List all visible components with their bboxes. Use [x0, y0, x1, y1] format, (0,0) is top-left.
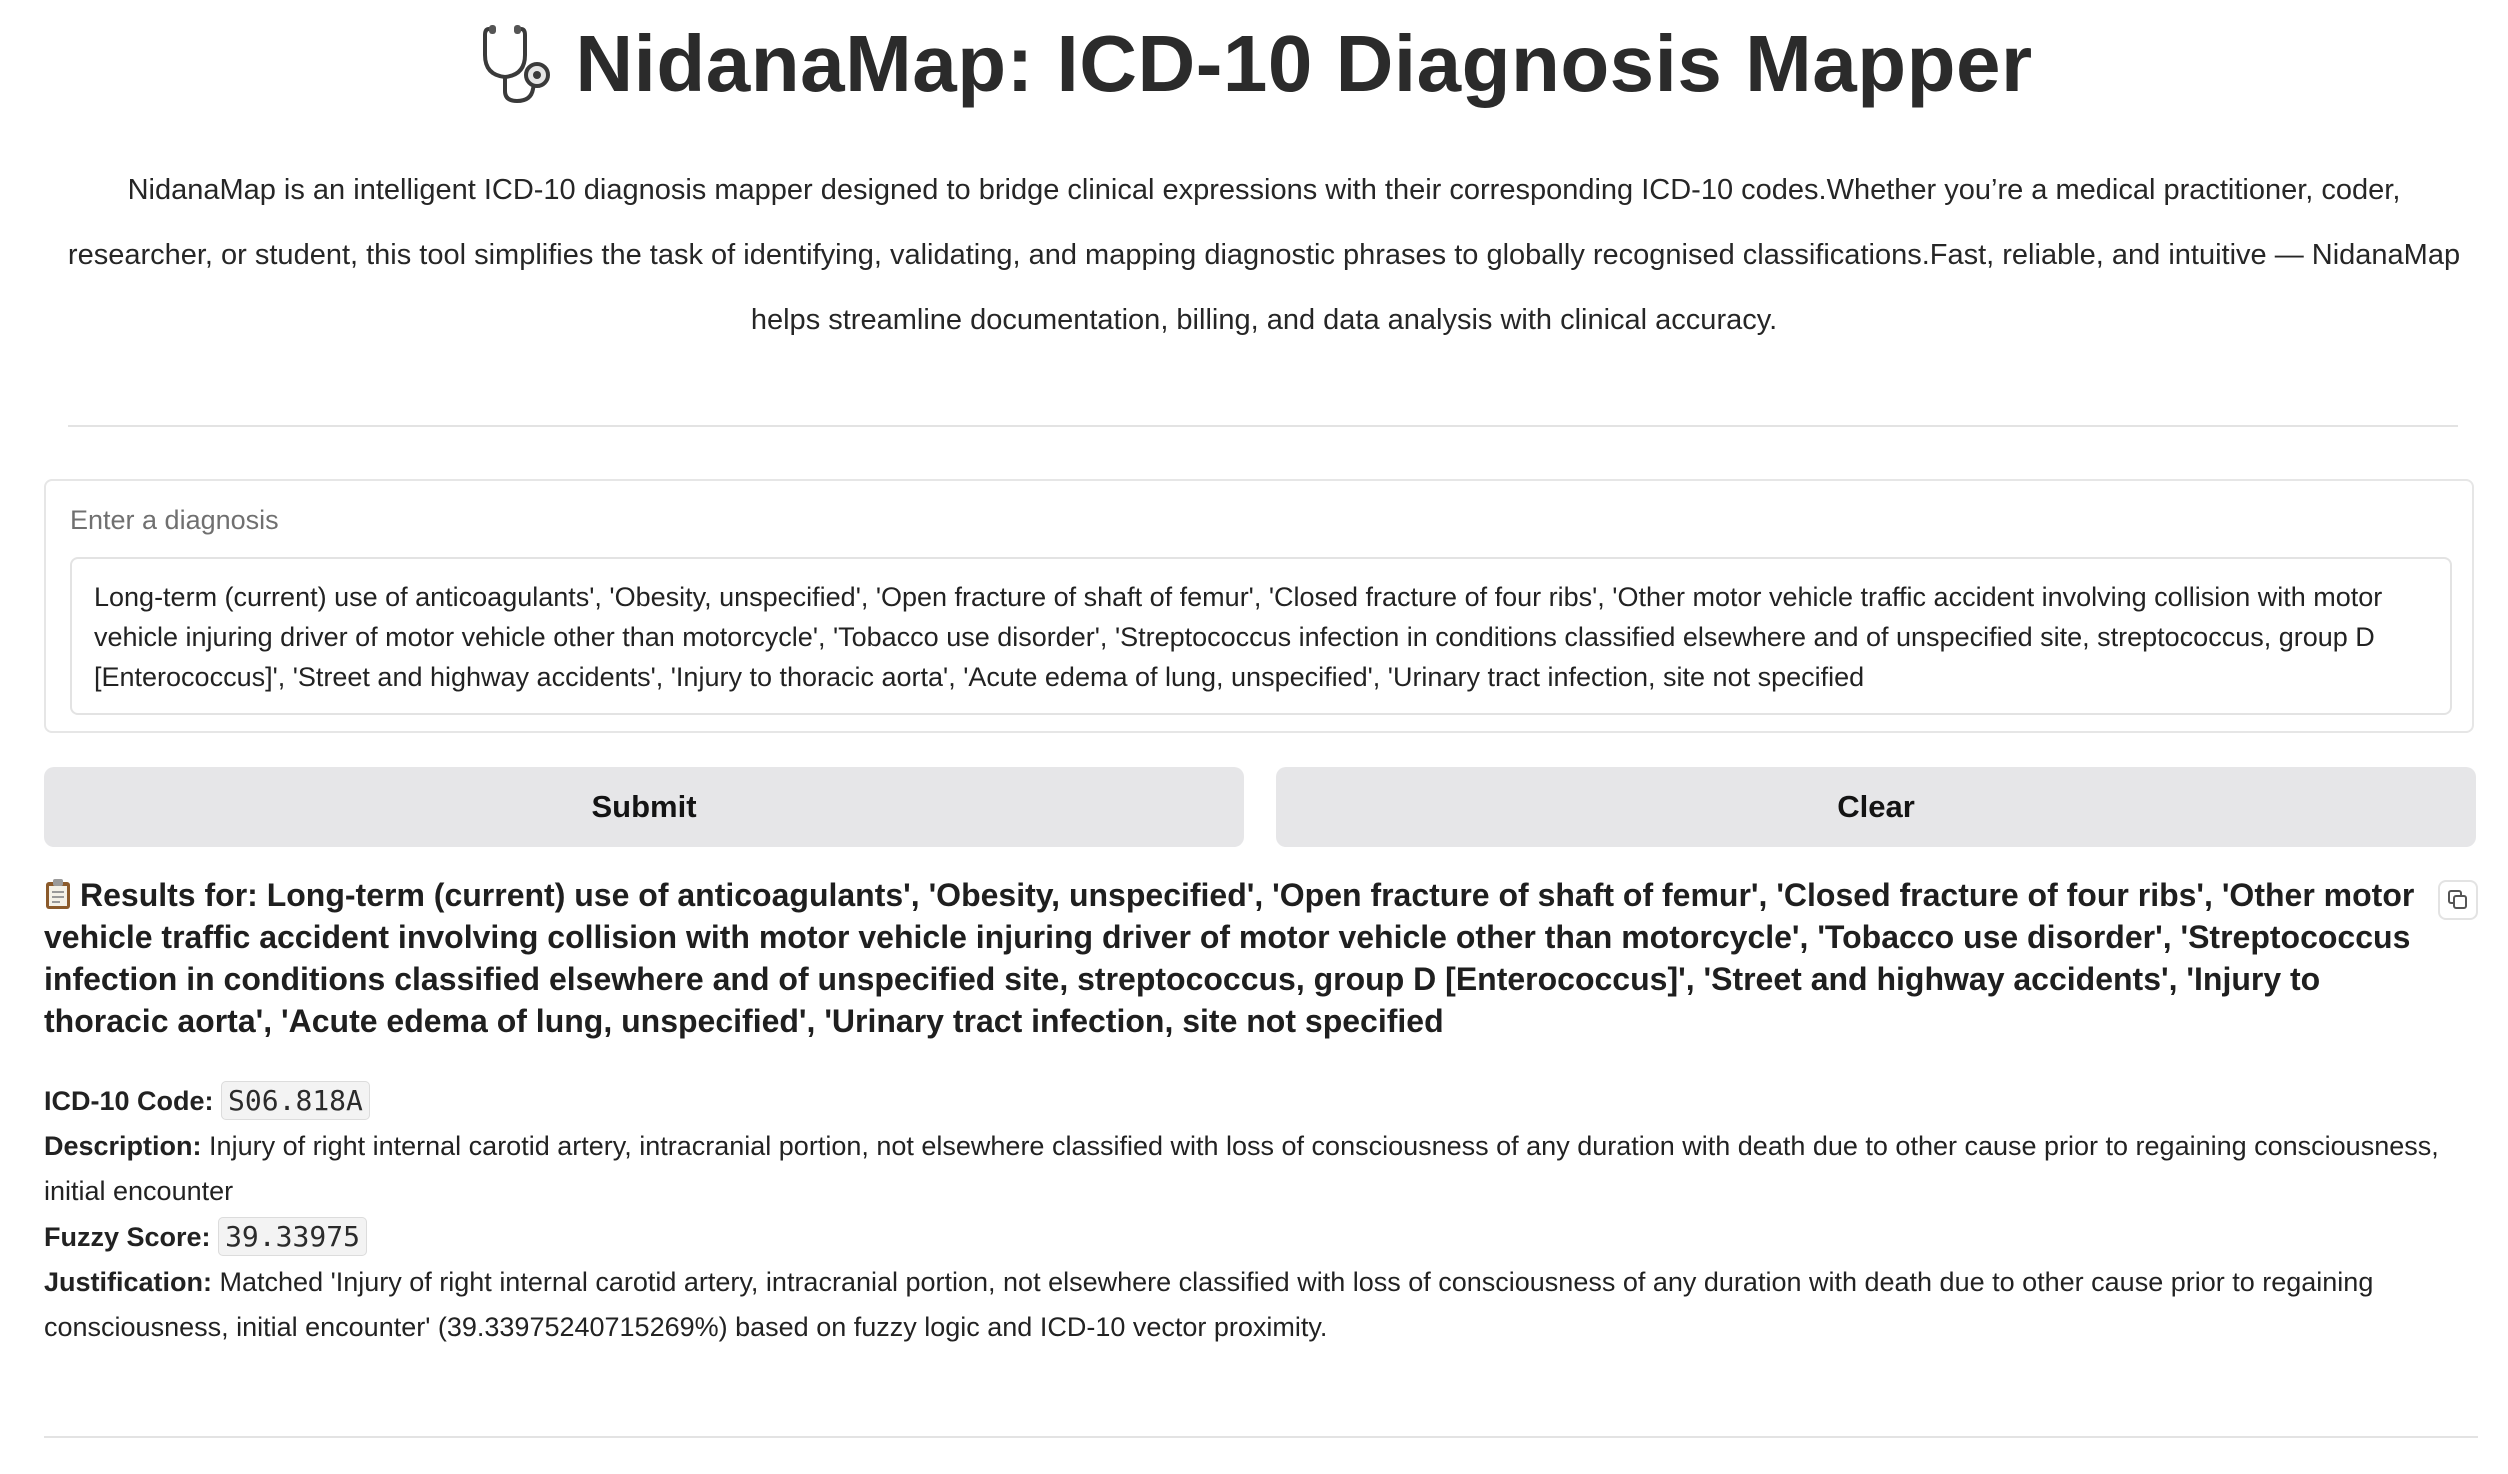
clear-button[interactable]: Clear	[1276, 767, 2476, 847]
results-heading-text: Results for: Long-term (current) use of …	[44, 877, 2415, 1039]
result-details: ICD-10 Code: S06.818A Description: Injur…	[44, 1078, 2464, 1350]
result-code-row: ICD-10 Code: S06.818A	[44, 1078, 2464, 1124]
bottom-divider	[44, 1436, 2478, 1438]
copy-button[interactable]	[2438, 880, 2478, 920]
justification-label: Justification:	[44, 1267, 213, 1297]
justification-value: Matched 'Injury of right internal caroti…	[44, 1267, 2374, 1342]
stethoscope-icon	[475, 21, 561, 107]
code-label: ICD-10 Code:	[44, 1086, 214, 1116]
icd-code-value: S06.818A	[221, 1081, 370, 1120]
app-page: NidanaMap: ICD-10 Diagnosis Mapper Nidan…	[0, 0, 2508, 1474]
result-score-row: Fuzzy Score: 39.33975	[44, 1214, 2464, 1260]
result-justification-row: Justification: Matched 'Injury of right …	[44, 1260, 2464, 1350]
copy-icon	[2448, 890, 2467, 909]
result-description-row: Description: Injury of right internal ca…	[44, 1124, 2464, 1214]
intro-paragraph: NidanaMap is an intelligent ICD-10 diagn…	[67, 174, 2461, 336]
description-value: Injury of right internal carotid artery,…	[44, 1131, 2439, 1206]
fuzzy-score-value: 39.33975	[218, 1217, 367, 1256]
diagnosis-textarea[interactable]: Long-term (current) use of anticoagulant…	[70, 557, 2452, 715]
section-divider	[68, 425, 2458, 427]
results-heading: Results for: Long-term (current) use of …	[44, 874, 2434, 1042]
score-label: Fuzzy Score:	[44, 1222, 211, 1252]
clipboard-icon	[44, 878, 72, 910]
diagnosis-input-block: Enter a diagnosis Long-term (current) us…	[44, 479, 2474, 733]
page-title: NidanaMap: ICD-10 Diagnosis Mapper	[575, 19, 2033, 108]
diagnosis-input-label: Enter a diagnosis	[70, 505, 279, 535]
description-label: Description:	[44, 1131, 202, 1161]
submit-button[interactable]: Submit	[44, 767, 1244, 847]
page-header: NidanaMap: ICD-10 Diagnosis Mapper	[0, 18, 2508, 110]
